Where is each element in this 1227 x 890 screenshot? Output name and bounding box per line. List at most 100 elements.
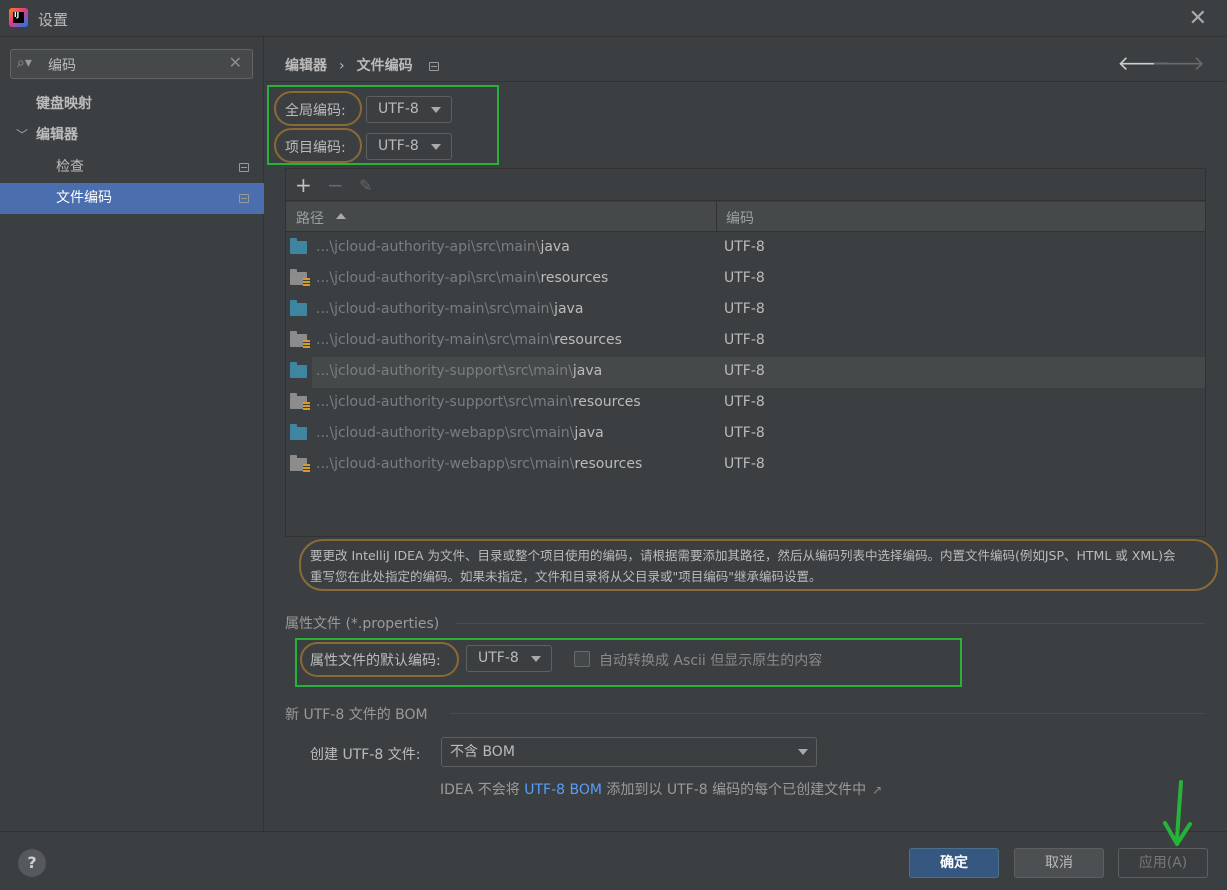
add-icon[interactable]: + xyxy=(295,173,312,197)
global-encoding-dropdown[interactable]: UTF-8 xyxy=(366,96,452,123)
project-encoding-value: UTF-8 xyxy=(378,138,419,154)
intellij-logo-icon: IJ xyxy=(9,8,28,27)
note-line: 要更改 IntelliJ IDEA 为文件、目录或整个项目使用的编码，请根据需要… xyxy=(310,548,1176,563)
sidebar-item-label: 文件编码 xyxy=(56,190,112,206)
column-header-path[interactable]: 路径 xyxy=(296,208,324,228)
encoding-help-note: 要更改 IntelliJ IDEA 为文件、目录或整个项目使用的编码，请根据需要… xyxy=(310,545,1210,587)
row-encoding[interactable]: UTF-8 xyxy=(724,363,765,379)
annotation-arrow-icon xyxy=(1163,780,1192,846)
source-folder-icon xyxy=(290,424,307,440)
column-header-encoding[interactable]: 编码 xyxy=(726,208,754,228)
sidebar-item-label: 检查 xyxy=(56,159,84,175)
column-divider[interactable] xyxy=(716,202,717,232)
sort-ascending-icon[interactable] xyxy=(336,213,346,219)
section-divider xyxy=(450,713,1205,714)
bom-info-text: IDEA 不会将 UTF-8 BOM 添加到以 UTF-8 编码的每个已创建文件… xyxy=(440,779,882,799)
path-prefix: ...\jcloud-authority-webapp\src\main\ xyxy=(316,425,575,441)
row-encoding[interactable]: UTF-8 xyxy=(724,239,765,255)
dropdown-caret-icon xyxy=(431,107,441,113)
chevron-down-icon[interactable]: ﹀ xyxy=(16,120,28,151)
project-encoding-label: 项目编码: xyxy=(285,140,346,156)
path-prefix: ...\jcloud-authority-api\src\main\ xyxy=(316,270,541,286)
row-encoding[interactable]: UTF-8 xyxy=(724,456,765,472)
table-row[interactable]: ...\jcloud-authority-support\src\main\re… xyxy=(286,388,1205,419)
title-bar: IJ 设置 ✕ xyxy=(0,0,1227,37)
project-encoding-dropdown[interactable]: UTF-8 xyxy=(366,133,452,160)
row-encoding[interactable]: UTF-8 xyxy=(724,394,765,410)
resources-folder-icon xyxy=(290,269,310,287)
sidebar-item-label: 编辑器 xyxy=(36,127,78,143)
table-row[interactable]: ...\jcloud-authority-webapp\src\main\jav… xyxy=(286,419,1205,450)
table-header: 路径 编码 xyxy=(286,202,1205,232)
ascii-conversion-checkbox[interactable] xyxy=(574,651,590,667)
row-encoding[interactable]: UTF-8 xyxy=(724,270,765,286)
project-scope-icon xyxy=(428,61,439,71)
create-utf8-bom-dropdown[interactable]: 不含 BOM xyxy=(441,737,817,767)
section-divider xyxy=(455,623,1205,624)
properties-encoding-dropdown[interactable]: UTF-8 xyxy=(466,645,552,672)
external-link-icon: ↗ xyxy=(872,783,883,797)
resources-folder-icon xyxy=(290,331,310,349)
row-encoding[interactable]: UTF-8 xyxy=(724,301,765,317)
resources-folder-icon xyxy=(290,455,310,473)
path-leaf: java xyxy=(574,425,604,441)
create-utf8-label: 创建 UTF-8 文件: xyxy=(310,747,421,763)
sidebar-item-file-encodings[interactable]: 文件编码 xyxy=(0,183,264,214)
table-row[interactable]: ...\jcloud-authority-main\src\main\resou… xyxy=(286,326,1205,357)
settings-search-input[interactable]: ⌕▾ 编码 ✕ xyxy=(10,49,253,79)
path-prefix: ...\jcloud-authority-webapp\src\main\ xyxy=(316,456,575,472)
window-title: 设置 xyxy=(38,11,69,29)
sidebar-item-label: 键盘映射 xyxy=(36,96,92,112)
utf8-bom-link[interactable]: UTF-8 BOM xyxy=(524,782,602,798)
path-leaf: resources xyxy=(574,456,643,472)
sidebar-item-editor[interactable]: ﹀ 编辑器 xyxy=(0,120,264,151)
source-folder-icon xyxy=(290,362,307,378)
dropdown-caret-icon xyxy=(531,656,541,662)
search-icon: ⌕▾ xyxy=(17,55,32,71)
breadcrumb-parent[interactable]: 编辑器 xyxy=(285,58,327,74)
bom-info-suffix: 添加到以 UTF-8 编码的每个已创建文件中 xyxy=(601,782,867,798)
table-row[interactable]: ...\jcloud-authority-main\src\main\java … xyxy=(286,295,1205,326)
settings-main-panel: 编辑器 › 文件编码 🡐 🡒 全局编码: UTF-8 项目编码: UTF-8 + −… xyxy=(265,37,1227,831)
edit-pencil-icon[interactable]: ✎ xyxy=(359,176,372,195)
ok-button[interactable]: 确定 xyxy=(909,848,999,878)
path-leaf: java xyxy=(554,301,584,317)
ascii-conversion-label[interactable]: 自动转换成 Ascii 但显示原生的内容 xyxy=(599,650,822,670)
table-row[interactable]: ...\jcloud-authority-api\src\main\resour… xyxy=(286,264,1205,295)
table-row[interactable]: ...\jcloud-authority-support\src\main\ja… xyxy=(290,357,1205,388)
resources-folder-icon xyxy=(290,393,310,411)
global-encoding-label: 全局编码: xyxy=(285,103,346,119)
note-line: 重写您在此处指定的编码。如果未指定，文件和目录将从父目录或"项目编码"继承编码设… xyxy=(310,569,822,584)
settings-sidebar: ⌕▾ 编码 ✕ 键盘映射 ﹀ 编辑器 检查 文件编码 xyxy=(0,37,264,831)
properties-encoding-value: UTF-8 xyxy=(478,650,519,666)
search-input-value: 编码 xyxy=(48,58,76,74)
help-icon[interactable]: ? xyxy=(18,849,46,877)
project-scope-icon xyxy=(239,194,249,203)
breadcrumb-current: 文件编码 xyxy=(356,58,413,74)
path-prefix: ...\jcloud-authority-support\src\main\ xyxy=(316,363,573,379)
cancel-button[interactable]: 取消 xyxy=(1014,848,1104,878)
sidebar-item-inspections[interactable]: 检查 xyxy=(0,152,264,183)
clear-search-icon[interactable]: ✕ xyxy=(229,53,242,72)
row-encoding[interactable]: UTF-8 xyxy=(724,425,765,441)
forward-arrow-icon[interactable]: 🡒 xyxy=(1151,51,1205,75)
table-toolbar: + − ✎ xyxy=(286,169,1205,201)
remove-icon[interactable]: − xyxy=(327,173,344,197)
path-prefix: ...\jcloud-authority-api\src\main\ xyxy=(316,239,541,255)
path-leaf: resources xyxy=(572,394,641,410)
close-icon[interactable]: ✕ xyxy=(1189,6,1207,31)
dropdown-caret-icon xyxy=(798,749,808,755)
path-encoding-table: + − ✎ 路径 编码 ...\jcloud-authority-api\src… xyxy=(285,168,1206,537)
dropdown-caret-icon xyxy=(431,144,441,150)
path-leaf: java xyxy=(540,239,570,255)
apply-button[interactable]: 应用(A) xyxy=(1118,848,1208,878)
sidebar-item-keymap[interactable]: 键盘映射 xyxy=(0,89,264,120)
bom-dropdown-value: 不含 BOM xyxy=(450,744,515,760)
header-divider xyxy=(265,81,1227,82)
table-row[interactable]: ...\jcloud-authority-api\src\main\java U… xyxy=(286,233,1205,264)
table-row[interactable]: ...\jcloud-authority-webapp\src\main\res… xyxy=(286,450,1205,481)
row-encoding[interactable]: UTF-8 xyxy=(724,332,765,348)
properties-default-encoding-label: 属性文件的默认编码: xyxy=(310,653,441,669)
bom-section-title: 新 UTF-8 文件的 BOM xyxy=(285,707,428,723)
source-folder-icon xyxy=(290,300,307,316)
